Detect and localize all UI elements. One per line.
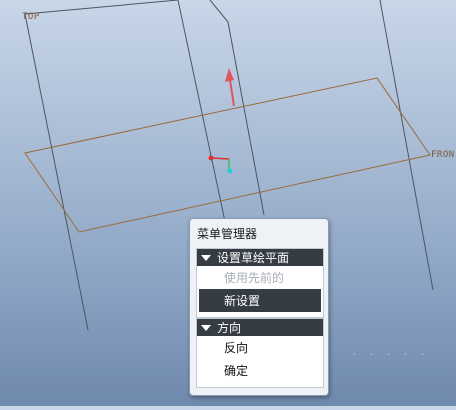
- menu-group-direction: 方向 反向 确定: [196, 318, 324, 388]
- collapse-triangle-icon: [201, 324, 211, 331]
- menu-item-okay[interactable]: 确定: [197, 359, 323, 382]
- menu-header-label: 方向: [217, 321, 242, 335]
- front-datum-label: FRON: [431, 150, 455, 160]
- decorative-dots: · · · · ·: [353, 350, 430, 359]
- menu-item-label: 确定: [224, 364, 249, 378]
- menu-manager-title: 菜单管理器: [197, 227, 258, 241]
- menu-header-direction[interactable]: 方向: [197, 319, 323, 336]
- menu-item-use-previous: 使用先前的: [197, 266, 323, 289]
- menu-item-flip[interactable]: 反向: [197, 336, 323, 359]
- menu-group-sketch-plane: 设置草绘平面 使用先前的 新设置: [196, 248, 324, 318]
- menu-header-label: 设置草绘平面: [217, 251, 290, 265]
- menu-manager-panel: 菜单管理器 设置草绘平面 使用先前的 新设置 方向 反向 确定: [189, 218, 329, 396]
- front-datum-plane: [24, 77, 431, 233]
- menu-header-sketch-plane[interactable]: 设置草绘平面: [197, 249, 323, 266]
- menu-item-label: 使用先前的: [224, 271, 285, 285]
- coordinate-system-icon: [208, 155, 233, 174]
- menu-item-new-setup[interactable]: 新设置: [199, 289, 321, 312]
- menu-item-label: 新设置: [224, 294, 261, 308]
- menu-item-label: 反向: [224, 341, 249, 355]
- top-datum-label: TOP: [22, 12, 40, 22]
- collapse-triangle-icon: [201, 254, 211, 261]
- direction-arrow: [225, 68, 235, 107]
